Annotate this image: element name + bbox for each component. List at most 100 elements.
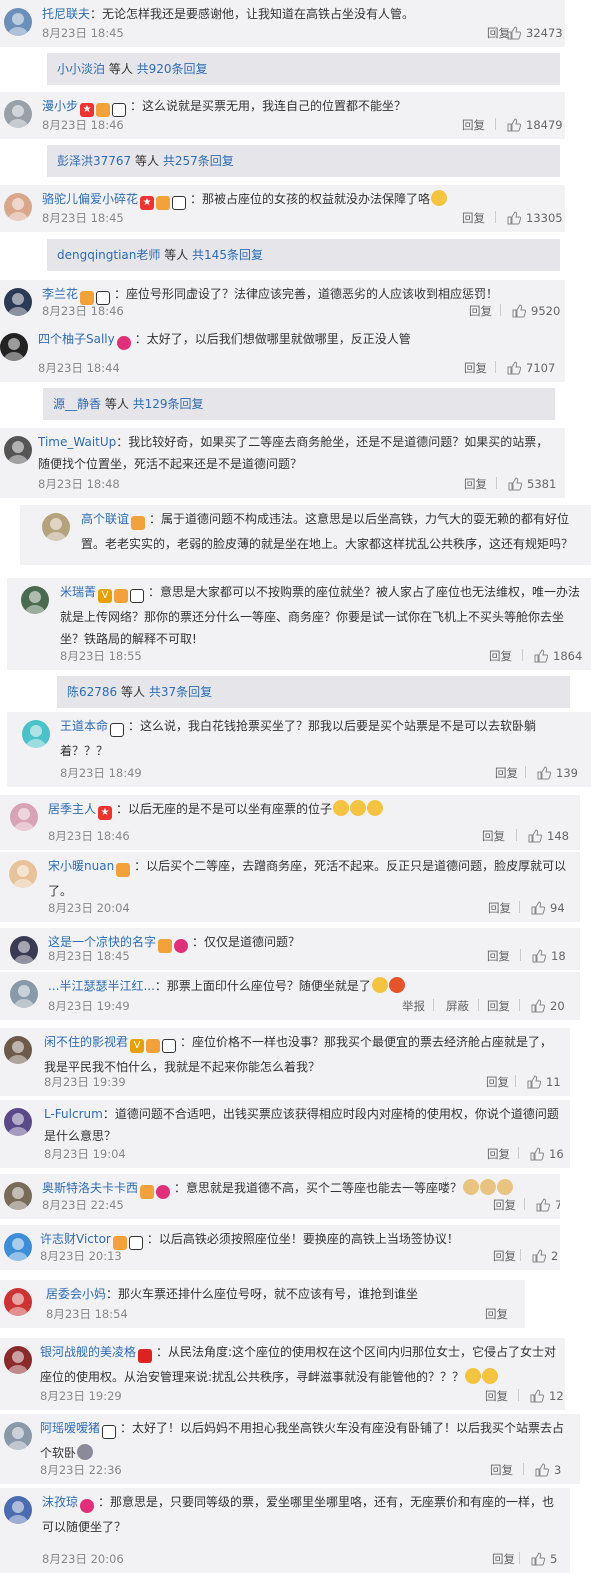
reply-button[interactable]: 回复 <box>464 476 487 492</box>
reply-user-link[interactable]: dengqingtian老师 <box>57 248 160 262</box>
username-link[interactable]: 漫小步 <box>42 99 78 113</box>
like-button[interactable]: 18479 <box>507 115 563 135</box>
thumbs-up-icon <box>531 901 545 915</box>
like-button[interactable]: 5 <box>531 1549 557 1569</box>
like-button[interactable]: 32473 <box>507 23 563 43</box>
reply-button[interactable]: 回复 <box>487 948 510 964</box>
avatar[interactable] <box>22 720 50 748</box>
timestamp: 8月23日 19:29 <box>40 1389 122 1403</box>
avatar[interactable] <box>4 1108 32 1136</box>
reply-button[interactable]: 回复 <box>490 1462 513 1478</box>
timestamp: 8月23日 19:04 <box>44 1147 126 1161</box>
reply-summary[interactable]: dengqingtian老师 等人 共145条回复 <box>47 239 560 271</box>
reply-button[interactable]: 回复 <box>486 1074 509 1090</box>
username-link[interactable]: 王道本命 <box>60 719 108 733</box>
reply-button[interactable]: 回复 <box>493 1248 516 1264</box>
like-button[interactable]: 11 <box>527 1072 561 1092</box>
report-button[interactable]: 举报 <box>402 998 425 1014</box>
reply-summary[interactable]: 源__静香 等人 共129条回复 <box>43 388 555 420</box>
like-button[interactable]: 94 <box>531 898 565 918</box>
user-badges <box>131 511 147 533</box>
reply-button[interactable]: 回复 <box>489 648 512 664</box>
like-button[interactable]: 3 <box>535 1460 561 1480</box>
username-link[interactable]: 沫孜琼 <box>42 1495 78 1509</box>
avatar[interactable] <box>4 1496 32 1524</box>
reply-button[interactable]: 回复 <box>464 360 487 376</box>
username-link[interactable]: ...半江瑟瑟半江红... <box>48 979 155 993</box>
username-link[interactable]: 李兰花 <box>42 287 78 301</box>
username-link[interactable]: Time_WaitUp <box>38 435 116 449</box>
reply-count-link[interactable]: 共920条回复 <box>137 62 208 76</box>
username-link[interactable]: 许志财Victor <box>40 1232 111 1246</box>
like-button[interactable]: 18 <box>532 946 566 966</box>
reply-user-link[interactable]: 小小淡泊 <box>57 62 105 76</box>
username-link[interactable]: 托尼联夫 <box>42 7 90 21</box>
reply-button[interactable]: 回复 <box>482 828 505 844</box>
reply-count-link[interactable]: 共129条回复 <box>133 397 204 411</box>
reply-user-link[interactable]: 彭泽洪37767 <box>57 154 131 168</box>
avatar[interactable] <box>42 513 70 541</box>
reply-button[interactable]: 回复 <box>487 1146 510 1162</box>
reply-count-link[interactable]: 共37条回复 <box>149 685 212 699</box>
avatar[interactable] <box>4 1346 32 1374</box>
username-link[interactable]: 奥斯特洛夫卡卡西 <box>42 1181 138 1195</box>
reply-button[interactable]: 回复 <box>462 210 485 226</box>
like-button[interactable]: 5381 <box>508 474 556 494</box>
comment-meta: 8月23日 20:04 回复 94 <box>0 898 572 918</box>
reply-user-link[interactable]: 源__静香 <box>53 397 101 411</box>
reply-summary[interactable]: 陈62786 等人 共37条回复 <box>57 676 570 708</box>
reply-button[interactable]: 回复 <box>488 900 511 916</box>
reply-count-link[interactable]: 共257条回复 <box>163 154 234 168</box>
timestamp: 8月23日 18:55 <box>60 649 142 663</box>
comment-card: 米瑞菁 V ：意思是大家都可以不按购票的座位就坐？被人家占了座位也无法维权，唯一办法… <box>7 578 591 670</box>
reply-button[interactable]: 回复 <box>492 1551 515 1567</box>
comment-body: ：那意思是，只要同等级的票，爱坐哪里坐哪里咯，还有，无座票价和有座的一样，也可以… <box>42 1495 555 1534</box>
avatar[interactable] <box>0 333 28 361</box>
reply-button[interactable]: 回复 <box>462 117 485 133</box>
username-link[interactable]: 高个联谊 <box>81 512 129 526</box>
avatar[interactable] <box>21 586 49 614</box>
reply-button[interactable]: 回复 <box>485 1306 508 1322</box>
reply-summary[interactable]: 小小淡泊 等人 共920条回复 <box>47 53 560 85</box>
block-button[interactable]: 屏蔽 <box>446 998 469 1014</box>
like-button[interactable]: 139 <box>537 763 578 783</box>
like-count: 32473 <box>526 26 563 40</box>
like-button[interactable]: 7107 <box>507 358 555 378</box>
like-button[interactable]: 1864 <box>534 646 582 666</box>
china-flag-badge <box>138 1348 153 1363</box>
like-button[interactable]: 13305 <box>507 208 563 228</box>
like-button[interactable]: 12 <box>530 1386 564 1406</box>
username-link[interactable]: 四个柚子Sally <box>38 332 115 346</box>
heart-badge <box>80 1498 95 1513</box>
username-link[interactable]: 骆驼儿偏爱小碎花 <box>42 192 138 206</box>
avatar[interactable] <box>4 436 32 464</box>
username-link[interactable]: 居季主人 <box>48 802 96 816</box>
avatar[interactable] <box>4 1422 32 1450</box>
emoji-icon <box>367 800 384 816</box>
reply-count-link[interactable]: 共145条回复 <box>192 248 263 262</box>
username-link[interactable]: 阿瑶嗳嗳猪 <box>40 1421 100 1435</box>
reply-button[interactable]: 回复 <box>487 998 510 1014</box>
like-button[interactable]: 9520 <box>512 301 560 321</box>
like-button[interactable]: 2 <box>532 1246 558 1266</box>
reply-summary[interactable]: 彭泽洪37767 等人 共257条回复 <box>47 145 560 177</box>
reply-user-link[interactable]: 陈62786 <box>67 685 117 699</box>
avatar[interactable] <box>4 1036 32 1064</box>
like-count: 7107 <box>526 361 556 375</box>
reply-button[interactable]: 回复 <box>493 1197 516 1213</box>
username-link[interactable]: 银河战舰的美凌格 <box>40 1345 136 1359</box>
comment-card: 王道本命 ：这么说，我白花钱抢票买坐了？那我以后要是买个站票是不是可以去软卧躺着？… <box>7 712 591 787</box>
like-button[interactable]: 7 <box>536 1195 560 1215</box>
like-button[interactable]: 16 <box>530 1144 564 1164</box>
username-link[interactable]: 米瑞菁 <box>60 585 96 599</box>
like-button[interactable]: 148 <box>528 826 569 846</box>
username-link[interactable]: 闲不住的影视君 <box>44 1035 128 1049</box>
like-button[interactable]: 20 <box>531 996 565 1016</box>
reply-button[interactable]: 回复 <box>485 1388 508 1404</box>
username-link[interactable]: 居委会小妈 <box>46 1287 106 1301</box>
username-link[interactable]: L-Fulcrum <box>44 1107 103 1121</box>
username-link[interactable]: 宋小暖nuan <box>48 859 114 873</box>
reply-button[interactable]: 回复 <box>469 303 492 319</box>
avatar[interactable] <box>9 860 37 888</box>
reply-button[interactable]: 回复 <box>495 765 518 781</box>
